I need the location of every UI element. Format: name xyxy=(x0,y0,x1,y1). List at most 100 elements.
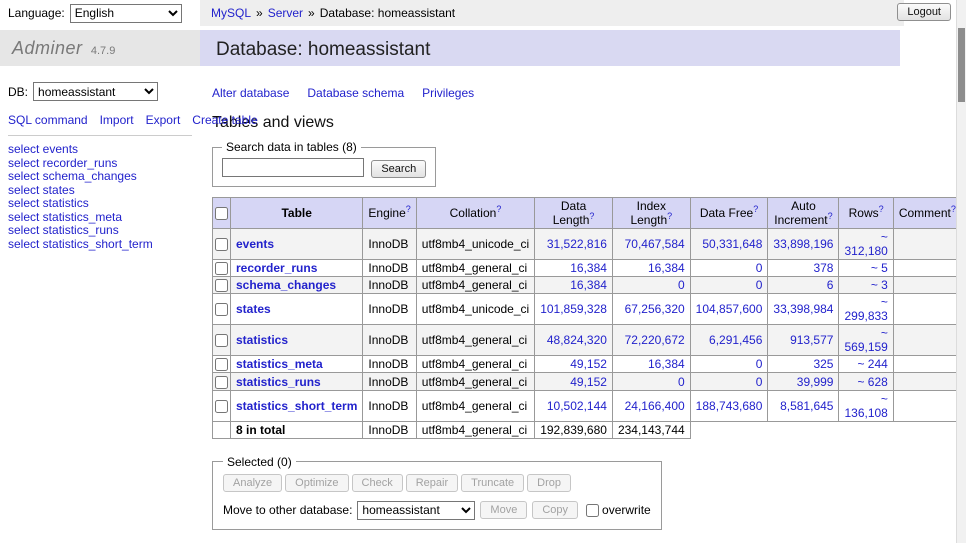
help-link[interactable]: ? xyxy=(496,204,501,214)
sidebar-select-statistics[interactable]: select statistics xyxy=(8,197,200,211)
help-link[interactable]: ? xyxy=(828,211,833,221)
sidebar-select-statistics-runs[interactable]: select statistics_runs xyxy=(8,224,200,238)
vertical-scrollbar[interactable] xyxy=(956,0,966,543)
data-length-link[interactable]: 48,824,320 xyxy=(547,333,607,347)
sidebar-select-events[interactable]: select events xyxy=(8,143,200,157)
table-link-schema_changes[interactable]: schema_changes xyxy=(236,278,336,292)
logout-button[interactable]: Logout xyxy=(897,3,951,21)
optimize-button[interactable]: Optimize xyxy=(285,474,348,492)
check-button[interactable]: Check xyxy=(352,474,403,492)
index-length-link[interactable]: 0 xyxy=(678,375,685,389)
data-length-link[interactable]: 10,502,144 xyxy=(547,399,607,413)
table-link-statistics[interactable]: statistics xyxy=(236,333,288,347)
data-length-link[interactable]: 16,384 xyxy=(570,261,607,275)
data-free-link[interactable]: 6,291,456 xyxy=(709,333,762,347)
alter-database-link[interactable]: Alter database xyxy=(212,86,289,100)
index-length-link[interactable]: 0 xyxy=(678,278,685,292)
table-link-events[interactable]: events xyxy=(236,237,274,251)
row-checkbox-statistics_meta[interactable] xyxy=(215,358,228,371)
index-length-link[interactable]: 70,467,584 xyxy=(625,237,685,251)
privileges-link[interactable]: Privileges xyxy=(422,86,474,100)
sidebar-select-recorder-runs[interactable]: select recorder_runs xyxy=(8,157,200,171)
data-free-link[interactable]: 0 xyxy=(756,261,763,275)
rows-link[interactable]: ~ 244 xyxy=(857,357,887,371)
auto-increment-link[interactable]: 913,577 xyxy=(790,333,833,347)
rows-link[interactable]: ~ 312,180 xyxy=(844,230,887,258)
row-checkbox-events[interactable] xyxy=(215,238,228,251)
move-button[interactable]: Move xyxy=(480,501,527,519)
data-free-link[interactable]: 0 xyxy=(756,278,763,292)
auto-increment-link[interactable]: 33,898,196 xyxy=(773,237,833,251)
search-input[interactable] xyxy=(222,158,364,177)
index-length-link[interactable]: 72,220,672 xyxy=(625,333,685,347)
adminer-version: 4.7.9 xyxy=(91,45,115,57)
rows-link[interactable]: ~ 569,159 xyxy=(844,326,887,354)
data-free-link[interactable]: 0 xyxy=(756,375,763,389)
row-checkbox-statistics_short_term[interactable] xyxy=(215,400,228,413)
help-link[interactable]: ? xyxy=(589,211,594,221)
overwrite-checkbox[interactable] xyxy=(586,504,599,517)
rows-link[interactable]: ~ 299,833 xyxy=(844,295,887,323)
data-free-link[interactable]: 104,857,600 xyxy=(696,302,763,316)
rows-link[interactable]: ~ 3 xyxy=(871,278,888,292)
index-length-link[interactable]: 24,166,400 xyxy=(625,399,685,413)
auto-increment-link[interactable]: 39,999 xyxy=(797,375,834,389)
index-length-link[interactable]: 16,384 xyxy=(648,357,685,371)
table-link-recorder_runs[interactable]: recorder_runs xyxy=(236,261,317,275)
db-select[interactable]: homeassistant xyxy=(33,82,158,101)
breadcrumb-mysql-link[interactable]: MySQL xyxy=(211,6,251,20)
auto-increment-link[interactable]: 378 xyxy=(813,261,833,275)
language-select[interactable]: English xyxy=(70,4,182,23)
sidebar-select-states[interactable]: select states xyxy=(8,184,200,198)
auto-increment-link[interactable]: 325 xyxy=(813,357,833,371)
sidebar-link-create-table[interactable]: Create table xyxy=(192,113,257,127)
table-link-statistics_short_term[interactable]: statistics_short_term xyxy=(236,399,357,413)
breadcrumb-server-link[interactable]: Server xyxy=(268,6,303,20)
sidebar-link-export[interactable]: Export xyxy=(146,113,181,127)
data-free-link[interactable]: 0 xyxy=(756,357,763,371)
index-length-link[interactable]: 67,256,320 xyxy=(625,302,685,316)
row-checkbox-schema_changes[interactable] xyxy=(215,279,228,292)
index-length-link[interactable]: 16,384 xyxy=(648,261,685,275)
sidebar-select-schema-changes[interactable]: select schema_changes xyxy=(8,170,200,184)
sidebar-link-sql-command[interactable]: SQL command xyxy=(8,113,88,127)
auto-increment-link[interactable]: 6 xyxy=(827,278,834,292)
truncate-button[interactable]: Truncate xyxy=(461,474,524,492)
search-button[interactable]: Search xyxy=(371,160,426,178)
rows-link[interactable]: ~ 5 xyxy=(871,261,888,275)
data-length-link[interactable]: 49,152 xyxy=(570,375,607,389)
table-link-statistics_meta[interactable]: statistics_meta xyxy=(236,357,323,371)
data-free-link[interactable]: 188,743,680 xyxy=(696,399,763,413)
data-length-link[interactable]: 49,152 xyxy=(570,357,607,371)
row-checkbox-statistics_runs[interactable] xyxy=(215,376,228,389)
drop-button[interactable]: Drop xyxy=(527,474,571,492)
help-link[interactable]: ? xyxy=(879,204,884,214)
column-label: Table xyxy=(281,206,311,220)
rows-link[interactable]: ~ 136,108 xyxy=(844,392,887,420)
row-checkbox-recorder_runs[interactable] xyxy=(215,262,228,275)
help-link[interactable]: ? xyxy=(667,211,672,221)
table-link-statistics_runs[interactable]: statistics_runs xyxy=(236,375,321,389)
data-length-link[interactable]: 16,384 xyxy=(570,278,607,292)
table-link-states[interactable]: states xyxy=(236,302,271,316)
analyze-button[interactable]: Analyze xyxy=(223,474,282,492)
row-checkbox-statistics[interactable] xyxy=(215,334,228,347)
auto-increment-link[interactable]: 33,398,984 xyxy=(773,302,833,316)
row-checkbox-states[interactable] xyxy=(215,303,228,316)
repair-button[interactable]: Repair xyxy=(406,474,458,492)
data-length-link[interactable]: 31,522,816 xyxy=(547,237,607,251)
help-link[interactable]: ? xyxy=(753,204,758,214)
move-db-select[interactable]: homeassistant xyxy=(357,501,475,520)
help-link[interactable]: ? xyxy=(406,204,411,214)
sidebar-link-import[interactable]: Import xyxy=(100,113,134,127)
database-schema-link[interactable]: Database schema xyxy=(307,86,404,100)
copy-button[interactable]: Copy xyxy=(532,501,578,519)
sidebar-select-statistics-short-term[interactable]: select statistics_short_term xyxy=(8,238,200,252)
sidebar-select-statistics-meta[interactable]: select statistics_meta xyxy=(8,211,200,225)
scrollbar-thumb[interactable] xyxy=(958,28,965,102)
data-free-link[interactable]: 50,331,648 xyxy=(702,237,762,251)
select-all-checkbox[interactable] xyxy=(215,207,228,220)
auto-increment-link[interactable]: 8,581,645 xyxy=(780,399,833,413)
rows-link[interactable]: ~ 628 xyxy=(857,375,887,389)
data-length-link[interactable]: 101,859,328 xyxy=(540,302,607,316)
